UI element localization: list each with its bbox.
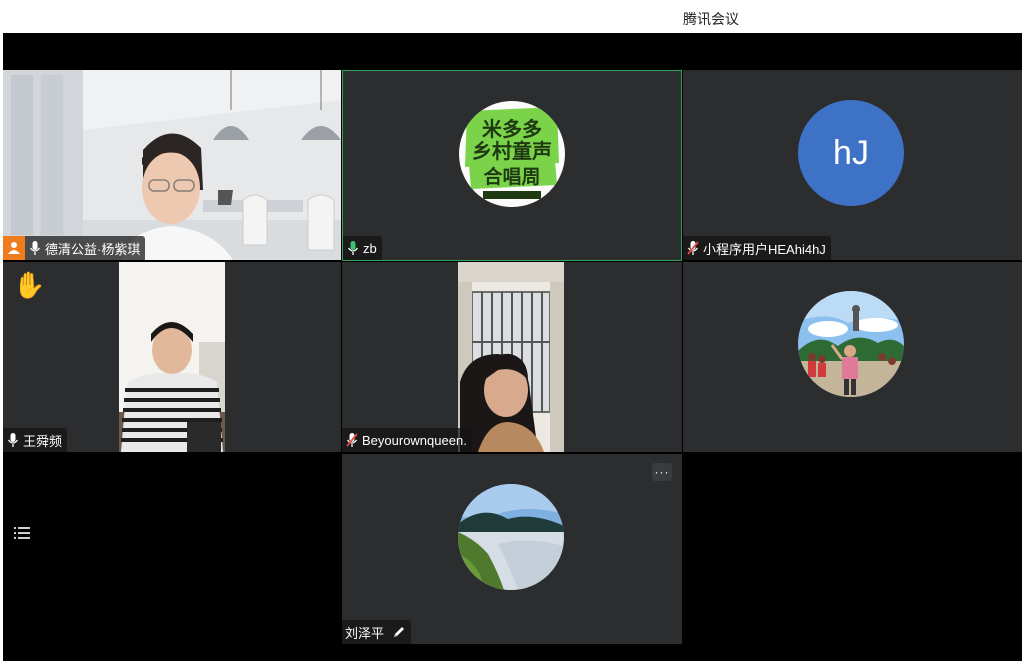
participant-name-tag-3: 小程序用户HEAhi4hJ [683, 236, 831, 260]
participant-name-2: zb [363, 240, 377, 256]
title-bar: 腾讯会议 [0, 0, 1024, 33]
participant-video-4 [119, 262, 225, 452]
participant-avatar-7 [458, 484, 564, 590]
participant-name-tag-4: 王舜频 [3, 428, 68, 452]
participant-video-5 [458, 262, 564, 452]
participant-name-tag-7: 刘泽平 [342, 620, 412, 644]
participant-avatar-6 [798, 291, 904, 397]
participant-tile-2[interactable]: 米多多 乡村童声 合唱周 zb [342, 70, 682, 261]
participant-tile-1[interactable]: 德清公益·杨紫琪 [3, 70, 341, 260]
participant-video-1 [3, 70, 341, 260]
participant-name-3: 小程序用户HEAhi4hJ [703, 241, 826, 257]
svg-text:米多多: 米多多 [482, 117, 542, 141]
participant-tile-6b[interactable]: ··· 刘泽平 [342, 454, 682, 644]
participant-tile-4[interactable]: ✋ 王舜频 [3, 262, 341, 452]
microphone-icon [347, 241, 359, 255]
mic-muted-icon [346, 433, 358, 447]
participant-name-4: 王舜频 [23, 433, 63, 449]
svg-text:乡村童声: 乡村童声 [472, 139, 552, 163]
participant-name-1: 德清公益·杨紫琪 [45, 241, 141, 257]
mic-muted-icon [687, 241, 699, 255]
svg-text:合唱周: 合唱周 [483, 165, 540, 188]
participant-name-tag-5: Beyourownqueen. [342, 428, 472, 452]
empty-tile-left [3, 454, 341, 644]
list-icon[interactable] [14, 526, 30, 540]
host-icon [3, 236, 25, 260]
participant-name-7: 刘泽平 [345, 625, 385, 641]
raise-hand-icon: ✋ [13, 270, 46, 300]
participant-tile-5[interactable]: Beyourownqueen. [342, 262, 682, 452]
pencil-icon[interactable] [392, 625, 406, 639]
window-title: 腾讯会议 [683, 11, 739, 27]
participant-name-tag-1: 德清公益·杨紫琪 [3, 236, 146, 260]
participant-name-5: Beyourownqueen. [362, 432, 467, 448]
participant-avatar-3: hJ [798, 100, 904, 206]
participant-avatar-2: 米多多 乡村童声 合唱周 [459, 101, 565, 207]
participant-name-tag-2: zb [343, 236, 382, 260]
more-icon[interactable]: ··· [652, 463, 672, 481]
participant-tile-6[interactable] [683, 262, 1022, 452]
microphone-icon [29, 241, 41, 255]
empty-tile-right [683, 454, 1022, 644]
microphone-icon [7, 433, 19, 447]
participant-tile-3[interactable]: hJ 小程序用户HEAhi4hJ [683, 70, 1022, 260]
video-grid: 德清公益·杨紫琪 米多多 乡村童声 合唱周 zb hJ 小程序用户HEAhi4h… [3, 33, 1022, 661]
